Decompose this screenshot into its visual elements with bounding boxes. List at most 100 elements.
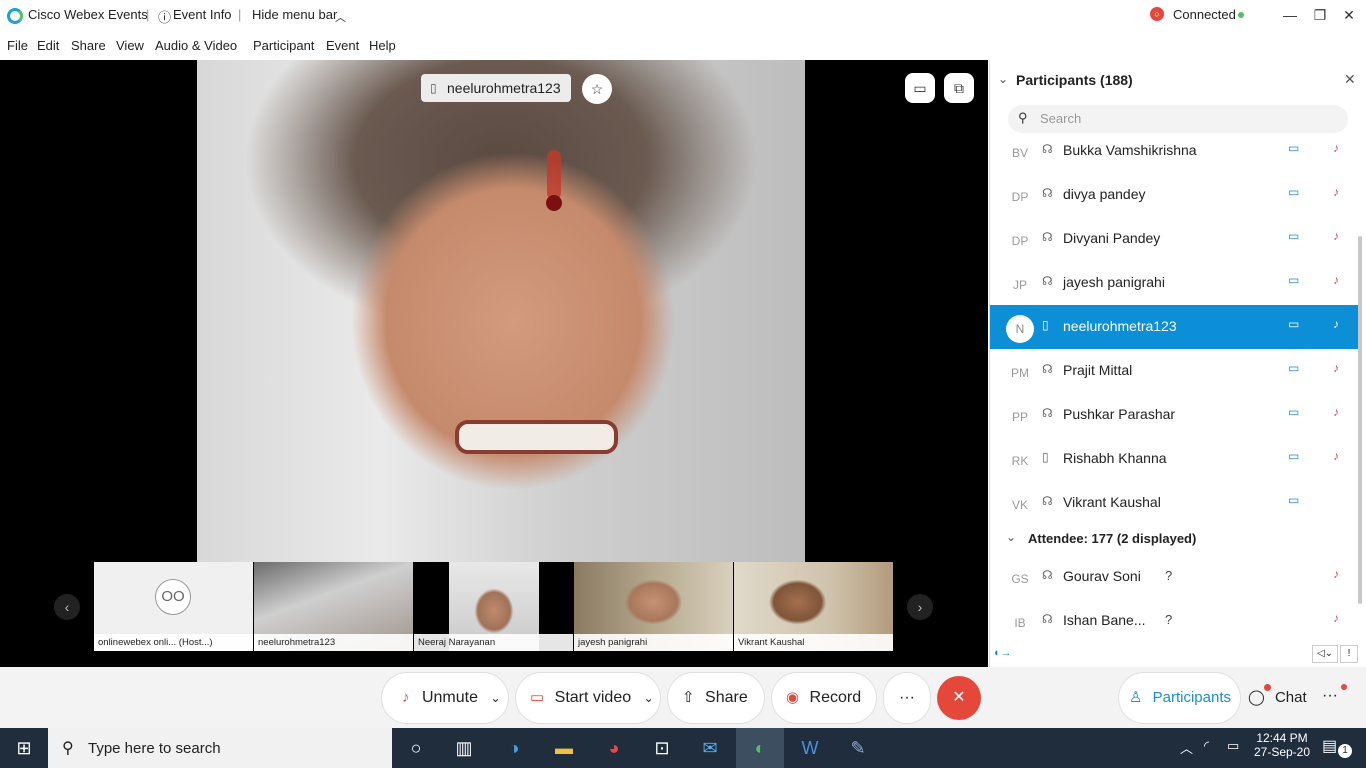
- camera-icon: ▭: [1288, 493, 1300, 507]
- maximize-button[interactable]: ❐: [1305, 4, 1335, 26]
- avatar: PM: [1011, 366, 1029, 380]
- attendee-row[interactable]: GS ☊ Gourav Soni ? ♪: [990, 555, 1358, 599]
- thumbnail-vikrant[interactable]: Vikrant Kaushal: [734, 562, 893, 651]
- avatar: GS: [1011, 572, 1029, 586]
- menu-participant[interactable]: Participant: [253, 38, 314, 53]
- start-video-label: Start video: [554, 689, 632, 706]
- share-button[interactable]: ⇧ Share: [668, 673, 764, 723]
- cortana-icon[interactable]: ○: [392, 728, 440, 768]
- mail-icon[interactable]: ✉: [686, 728, 734, 768]
- webex-taskbar-icon[interactable]: ◐: [736, 728, 784, 768]
- menu-file[interactable]: File: [7, 38, 28, 53]
- word-icon[interactable]: W: [786, 728, 834, 768]
- menu-share[interactable]: Share: [71, 38, 106, 53]
- record-button[interactable]: ◉ Record: [772, 673, 876, 723]
- file-explorer-icon[interactable]: ▬: [540, 728, 588, 768]
- broadcast-icon[interactable]: ◁⌄: [1312, 645, 1338, 663]
- panel-scrollbar[interactable]: [1358, 236, 1362, 604]
- chat-notification-dot: [1264, 684, 1271, 691]
- chevron-down-icon[interactable]: ⌄: [998, 72, 1008, 86]
- attendee-header: Attendee: 177 (2 displayed): [1028, 531, 1197, 546]
- event-info-button[interactable]: Event Info: [173, 7, 232, 22]
- headset-icon: ☊: [1042, 274, 1053, 288]
- mic-muted-icon: ♪: [1333, 405, 1339, 419]
- participant-name: jayesh panigrahi: [1063, 274, 1165, 290]
- participants-panel: ⌄ Participants (188) ✕ ⚲ Search BV ☊ Buk…: [989, 60, 1366, 667]
- participant-row[interactable]: PM ☊ Prajit Mittal ▭ ♪: [990, 349, 1358, 393]
- filmstrip-next-icon[interactable]: ›: [907, 594, 933, 620]
- chrome-icon[interactable]: ◕: [590, 728, 638, 768]
- store-icon[interactable]: ⊡: [638, 728, 686, 768]
- active-speaker-name-tag: ▯ neelurohmetra123: [421, 74, 571, 102]
- close-window-button[interactable]: ✕: [1334, 4, 1364, 26]
- participant-row[interactable]: JP ☊ jayesh panigrahi ▭ ♪: [990, 261, 1358, 305]
- edge-icon[interactable]: ◑: [490, 728, 538, 768]
- active-speaker-name: neelurohmetra123: [447, 80, 561, 96]
- title-bar: Cisco Webex Events | ⓘ Event Info | Hide…: [0, 0, 1366, 30]
- participant-row-selected[interactable]: N ▯ neelurohmetra123 ▭ ♪: [990, 305, 1358, 349]
- close-panel-icon[interactable]: ✕: [1344, 71, 1356, 88]
- more-options-button[interactable]: ···: [884, 673, 930, 723]
- thumbnail-host[interactable]: OO onlinewebex onli... (Host...): [94, 562, 253, 651]
- notifications-icon[interactable]: ▤ 1: [1322, 736, 1352, 760]
- webex-status-icon[interactable]: ◐→: [994, 647, 1020, 661]
- menu-edit[interactable]: Edit: [37, 38, 59, 53]
- minimize-button[interactable]: —: [1275, 4, 1305, 26]
- battery-icon[interactable]: ▭: [1227, 738, 1239, 754]
- wifi-icon[interactable]: ◜: [1204, 738, 1209, 754]
- participant-row[interactable]: VK ☊ Vikrant Kaushal ▭: [990, 481, 1358, 525]
- menu-audio-video[interactable]: Audio & Video: [155, 38, 237, 53]
- more-icon[interactable]: ···: [1322, 687, 1338, 705]
- chat-button[interactable]: ◯ Chat: [1238, 673, 1316, 723]
- participant-row[interactable]: RK ▯ Rishabh Khanna ▭ ♪: [990, 437, 1358, 481]
- layout-icon[interactable]: ▭: [905, 73, 935, 103]
- hide-menu-bar-button[interactable]: Hide menu bar: [252, 7, 337, 22]
- menu-view[interactable]: View: [116, 38, 144, 53]
- thumbnail-name: Vikrant Kaushal: [738, 637, 805, 648]
- notification-dot: [1341, 684, 1347, 690]
- paint-icon[interactable]: ✎: [834, 728, 882, 768]
- start-video-button[interactable]: ▭ Start video ⌄: [516, 673, 660, 723]
- filmstrip-prev-icon[interactable]: ‹: [54, 594, 80, 620]
- avatar: DP: [1011, 234, 1029, 248]
- popout-icon[interactable]: ⧉: [944, 73, 974, 103]
- chevron-down-icon[interactable]: ⌄: [1006, 530, 1016, 544]
- headset-icon: ☊: [1042, 612, 1053, 626]
- participant-row[interactable]: DP ☊ divya pandey ▭ ♪: [990, 173, 1358, 217]
- attendee-name: Gourav Soni: [1063, 568, 1141, 584]
- thumbnail-neelurohmetra[interactable]: neelurohmetra123: [254, 562, 413, 651]
- share-label: Share: [705, 689, 748, 706]
- camera-icon: ▭: [1288, 229, 1300, 243]
- task-view-icon[interactable]: ▥: [440, 728, 488, 768]
- camera-icon: ▭: [1288, 361, 1300, 375]
- menu-event[interactable]: Event: [326, 38, 359, 53]
- panel-title: Participants (188): [1016, 72, 1133, 88]
- chevron-down-icon[interactable]: ⌄: [490, 691, 500, 705]
- thumbnail-name: neelurohmetra123: [258, 637, 336, 648]
- leave-meeting-button[interactable]: ✕: [937, 676, 981, 720]
- mic-muted-icon: ♪: [1333, 185, 1339, 199]
- taskbar-search-placeholder: Type here to search: [88, 740, 221, 757]
- participant-row[interactable]: BV ☊ Bukka Vamshikrishna ▭ ♪: [990, 129, 1358, 173]
- chevron-down-icon[interactable]: ⌄: [644, 691, 654, 705]
- pin-icon[interactable]: ☆: [582, 74, 612, 104]
- mic-muted-icon: ♪: [1333, 449, 1339, 463]
- participant-row[interactable]: DP ☊ Divyani Pandey ▭ ♪: [990, 217, 1358, 261]
- taskbar-search-box[interactable]: ⚲ Type here to search: [48, 728, 392, 768]
- video-detail: [547, 150, 561, 200]
- attendee-row[interactable]: IB ☊ Ishan Bane... ? ♪: [990, 599, 1358, 643]
- clock-time: 12:44 PM: [1256, 731, 1308, 745]
- windows-start-icon[interactable]: ⊞: [0, 728, 48, 768]
- active-speaker-video: [197, 60, 805, 562]
- thumbnail-neeraj[interactable]: Neeraj Narayanan: [414, 562, 573, 651]
- participants-button[interactable]: ♙ Participants: [1119, 673, 1240, 723]
- participant-row[interactable]: PP ☊ Pushkar Parashar ▭ ♪: [990, 393, 1358, 437]
- taskbar-clock[interactable]: 12:44 PM 27-Sep-20: [1252, 731, 1312, 759]
- menu-help[interactable]: Help: [369, 38, 396, 53]
- unmute-button[interactable]: ♪ Unmute ⌄: [382, 673, 508, 723]
- participant-name: Rishabh Khanna: [1063, 450, 1167, 466]
- mic-muted-icon: ♪: [1333, 141, 1339, 155]
- chevron-up-icon[interactable]: ︿: [1180, 738, 1193, 757]
- alert-icon[interactable]: !: [1340, 645, 1358, 663]
- thumbnail-jayesh[interactable]: jayesh panigrahi: [574, 562, 733, 651]
